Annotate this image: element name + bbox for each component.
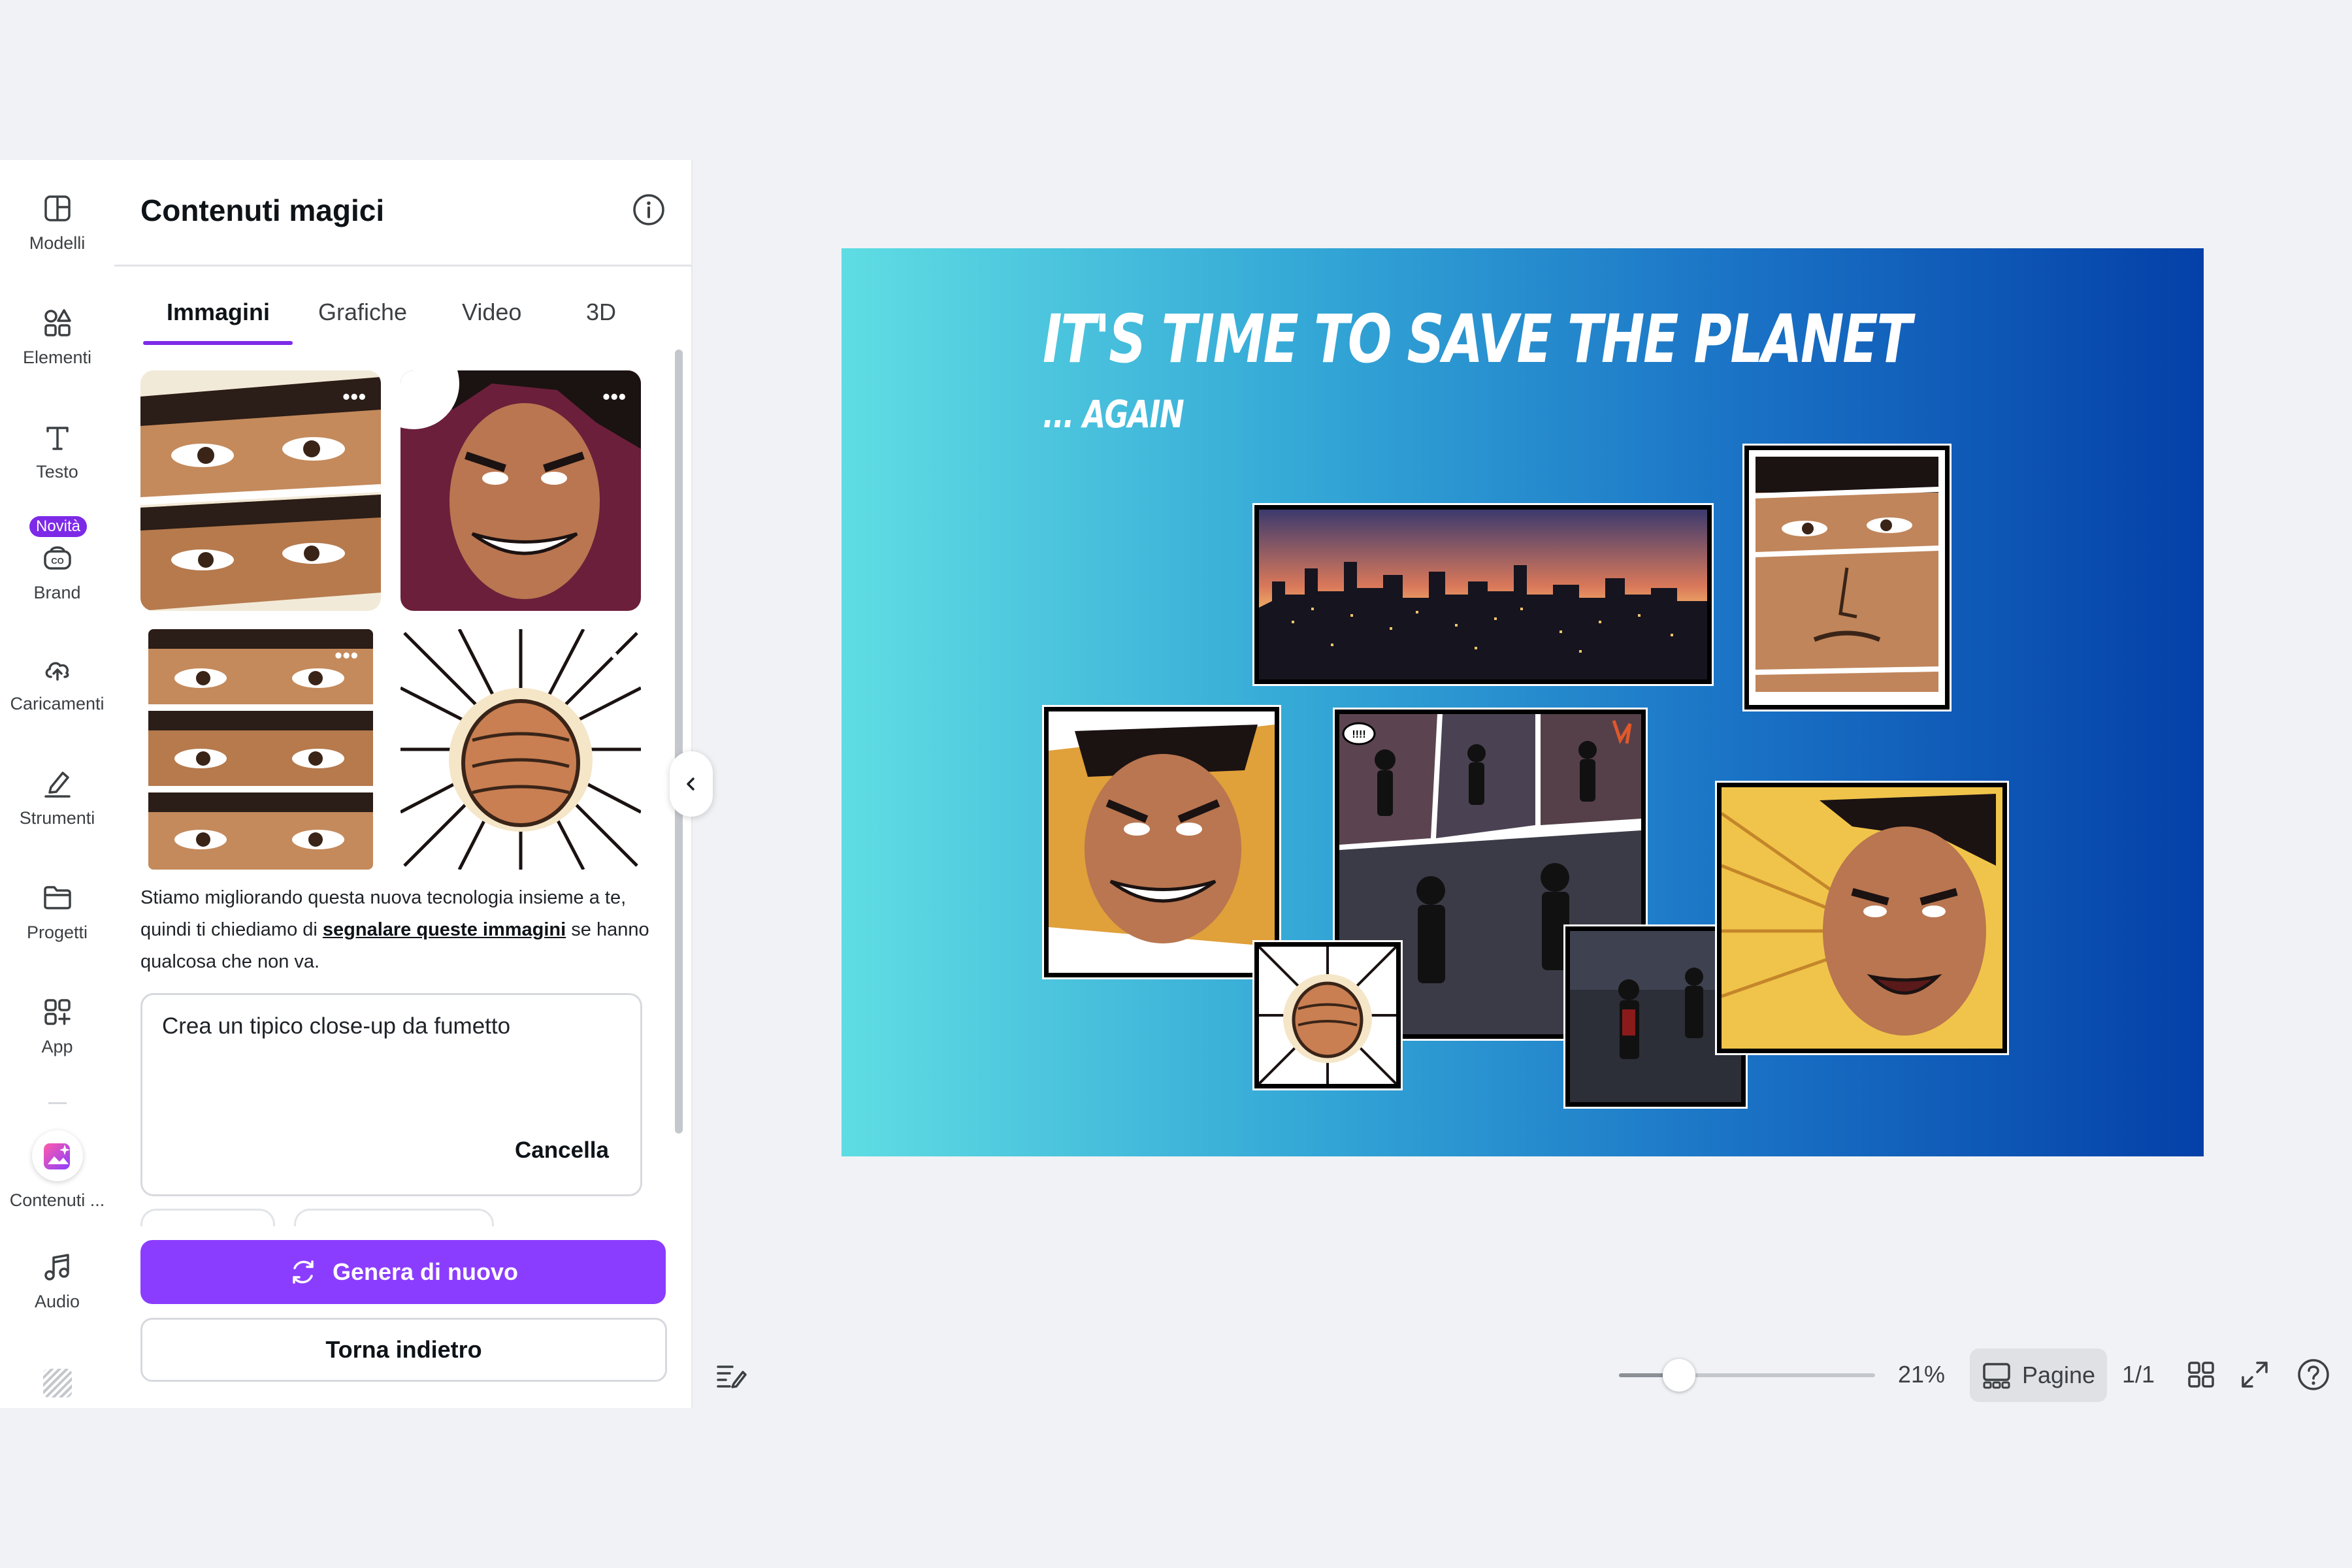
info-button[interactable] <box>632 193 666 227</box>
fist-punch-image <box>1259 947 1396 1084</box>
new-badge: Novità <box>29 516 88 537</box>
rail-item-strumenti[interactable]: Strumenti <box>0 768 114 828</box>
layout-icon <box>44 195 71 221</box>
rail-item-contenuti-magici[interactable]: Contenuti ... <box>0 1130 114 1211</box>
rail-label: Audio <box>34 1292 80 1311</box>
rail-item-testo[interactable]: Testo <box>0 421 114 482</box>
pen-tool-icon <box>44 772 71 798</box>
cancel-button[interactable]: Cancella <box>515 1137 609 1164</box>
pages-button[interactable]: Pagine <box>1970 1348 2107 1402</box>
hero-face-panel[interactable] <box>1744 446 1950 710</box>
expand-icon <box>2242 1362 2268 1388</box>
rail-item-elementi[interactable]: Elementi <box>0 307 114 368</box>
panel-divider <box>114 265 691 267</box>
generate-again-label: Genera di nuovo <box>332 1258 519 1285</box>
rail-item-audio[interactable]: Audio <box>0 1251 114 1312</box>
prompt-text[interactable]: Crea un tipico close-up da fumetto <box>162 1013 510 1039</box>
pages-label: Pagine <box>2021 1362 2096 1388</box>
rail-item-caricamenti[interactable]: Caricamenti <box>0 653 114 714</box>
help-icon <box>2298 1359 2329 1390</box>
refresh-icon <box>293 1260 314 1284</box>
more-options-button[interactable]: ••• <box>602 385 627 409</box>
rail-divider <box>48 1102 67 1104</box>
chevron-left-icon <box>687 777 694 791</box>
music-note-icon <box>44 1254 69 1281</box>
back-button[interactable]: Torna indietro <box>140 1318 667 1382</box>
cloud-upload-icon <box>45 662 69 681</box>
collapse-panel-button[interactable] <box>670 751 713 817</box>
zoom-slider-handle[interactable] <box>1663 1359 1695 1392</box>
design-slide[interactable]: IT'S TIME TO SAVE THE PLANET ... AGAIN !… <box>841 248 2204 1156</box>
active-tab-indicator <box>143 341 293 345</box>
tab-immagini[interactable]: Immagini <box>167 299 270 326</box>
info-icon <box>633 194 664 225</box>
folder-icon <box>43 886 71 909</box>
rail-label: Contenuti ... <box>9 1190 105 1210</box>
notes-icon <box>717 1365 747 1388</box>
fist-panel[interactable] <box>1254 942 1401 1088</box>
magic-media-icon <box>43 1143 70 1169</box>
active-indicator <box>31 1130 83 1181</box>
prompt-input[interactable]: Crea un tipico close-up da fumetto Cance… <box>140 993 642 1196</box>
generate-again-button[interactable]: Genera di nuovo <box>140 1240 666 1304</box>
apps-grid-icon <box>44 999 71 1025</box>
tab-3d[interactable]: 3D <box>586 299 616 326</box>
report-images-link[interactable]: segnalare queste immagini <box>323 919 566 940</box>
rail-label: Brand <box>33 583 81 602</box>
more-options-button[interactable]: ••• <box>602 644 627 668</box>
grid-view-icon <box>2188 1362 2214 1388</box>
tab-grafiche[interactable]: Grafiche <box>318 299 407 326</box>
zoom-level[interactable]: 21% <box>1898 1361 1945 1388</box>
speech-bubble-text: !!!! <box>1352 729 1365 740</box>
rail-label: Testo <box>36 462 78 482</box>
rail-label: Caricamenti <box>10 694 105 713</box>
page-counter: 1/1 <box>2122 1361 2155 1388</box>
hero-shout-image <box>1722 787 2002 1049</box>
slide-subtitle[interactable]: ... AGAIN <box>1043 392 1184 436</box>
help-button[interactable] <box>2296 1358 2330 1392</box>
rail-label: Modelli <box>29 233 86 253</box>
more-options-button[interactable]: ••• <box>342 385 367 409</box>
hero-shout-panel[interactable] <box>1717 783 2007 1053</box>
rail-item-app[interactable]: App <box>0 996 114 1057</box>
rail-label: Strumenti <box>19 808 95 828</box>
left-rail: Modelli Elementi Testo Novità CO Brand C… <box>0 160 114 1408</box>
panel-scrollbar[interactable] <box>675 350 683 1134</box>
result-image-2[interactable]: ••• <box>400 370 641 611</box>
style-chip[interactable] <box>140 1209 275 1226</box>
pages-icon <box>1983 1363 2010 1389</box>
fullscreen-button[interactable] <box>2238 1358 2272 1392</box>
brand-icon: CO <box>43 546 71 570</box>
style-chip[interactable] <box>294 1209 494 1226</box>
svg-text:CO: CO <box>51 556 64 566</box>
result-image-3[interactable]: ••• <box>148 629 373 870</box>
rail-item-brand[interactable]: Novità CO Brand <box>0 516 114 603</box>
rail-label: Elementi <box>22 348 92 367</box>
shapes-icon <box>44 309 71 336</box>
more-options-button[interactable]: ••• <box>335 644 359 668</box>
rail-label: App <box>41 1037 73 1056</box>
villain-panel[interactable] <box>1044 707 1279 977</box>
rail-item-progetti[interactable]: Progetti <box>0 882 114 943</box>
result-image-1[interactable]: ••• <box>140 370 381 611</box>
background-pattern-icon[interactable] <box>43 1369 72 1397</box>
rail-item-modelli[interactable]: Modelli <box>0 193 114 253</box>
tab-video[interactable]: Video <box>462 299 521 326</box>
result-image-4[interactable]: ••• <box>400 629 641 870</box>
city-skyline-image <box>1259 510 1707 679</box>
grid-view-button[interactable] <box>2184 1358 2218 1392</box>
slide-title[interactable]: IT'S TIME TO SAVE THE PLANET <box>1043 301 1912 378</box>
fight-scene-image <box>1570 931 1741 1102</box>
text-icon <box>46 427 69 450</box>
city-sunset-panel[interactable] <box>1254 505 1712 684</box>
panel-title: Contenuti magici <box>140 193 385 227</box>
rail-label: Progetti <box>26 923 88 942</box>
disclaimer-text: Stiamo migliorando questa nuova tecnolog… <box>140 882 657 978</box>
hero-closeup-image <box>1749 450 1945 705</box>
magic-media-panel: Contenuti magici Immagini Grafiche Video… <box>114 160 693 1408</box>
notes-button[interactable] <box>714 1358 748 1392</box>
villain-grin-image <box>1049 711 1275 973</box>
